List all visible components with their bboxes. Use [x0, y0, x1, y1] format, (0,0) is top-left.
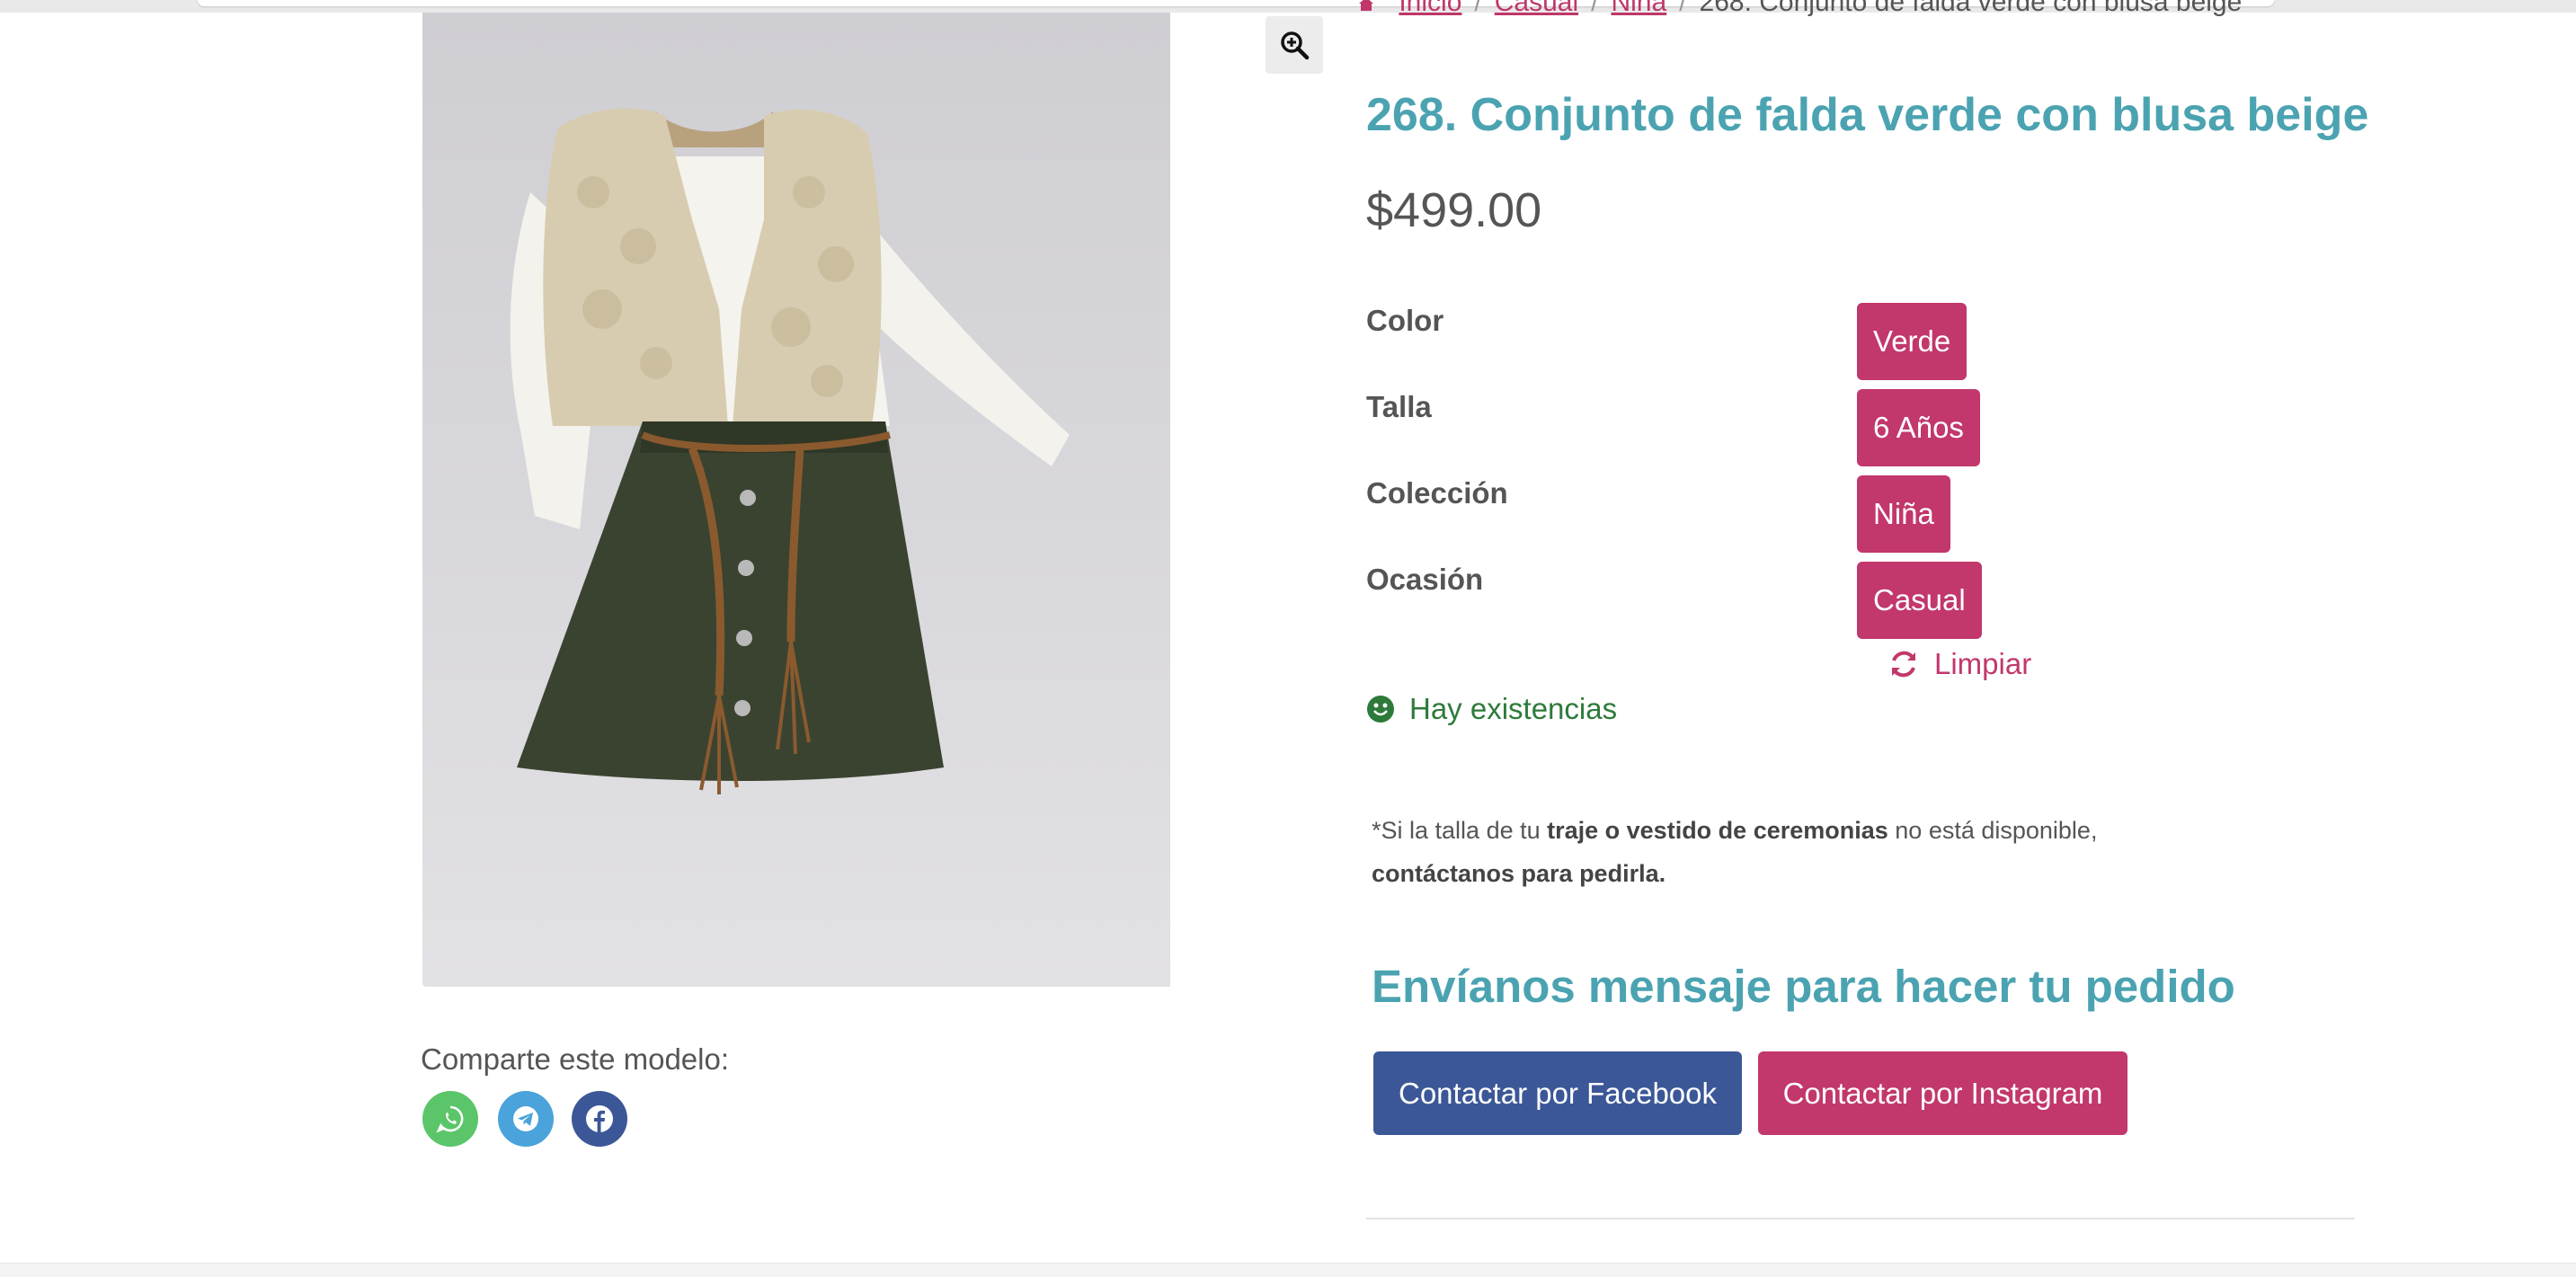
section-divider [1366, 1218, 2355, 1219]
zoom-in-icon [1281, 31, 1310, 60]
share-label: Comparte este modelo: [421, 1042, 730, 1076]
smile-icon [1367, 696, 1394, 723]
share-telegram-button[interactable] [498, 1091, 554, 1147]
attribute-chip-color[interactable]: Verde [1857, 303, 1968, 380]
attribute-label-color: Color [1366, 304, 1444, 337]
browser-bottom-edge [0, 1263, 2576, 1277]
breadcrumb-separator: / [1679, 0, 1687, 17]
clear-selection-link[interactable]: Limpiar [1888, 647, 2031, 681]
share-whatsapp-button[interactable] [422, 1091, 478, 1147]
attribute-chip-talla[interactable]: 6 Años [1857, 389, 1980, 466]
size-note-text-1: *Si la talla de tu [1372, 817, 1548, 844]
telegram-icon [513, 1106, 538, 1131]
size-note-bold-1: traje o vestido de ceremonias [1547, 817, 1888, 844]
breadcrumb-separator: / [1591, 0, 1599, 17]
home-icon [1359, 0, 1373, 11]
breadcrumb-link-nina[interactable]: Niña [1611, 0, 1666, 17]
attribute-label-talla: Talla [1366, 390, 1432, 423]
refresh-icon [1892, 651, 1915, 678]
size-note: *Si la talla de tu traje o vestido de ce… [1372, 809, 2181, 895]
contact-instagram-button[interactable]: Contactar por Instagram [1758, 1051, 2127, 1135]
product-price: $499.00 [1366, 183, 1542, 237]
outfit-photo [510, 108, 1070, 794]
cta-heading: Envíanos mensaje para hacer tu pedido [1372, 961, 2235, 1012]
size-note-text-2: no está disponible, [1888, 817, 2098, 844]
size-note-bold-2: contáctanos para pedirla. [1372, 860, 1666, 887]
breadcrumb-separator: / [1474, 0, 1482, 17]
breadcrumb-current: 268. Conjunto de falda verde con blusa b… [1699, 0, 2243, 17]
contact-facebook-button[interactable]: Contactar por Facebook [1373, 1051, 1742, 1135]
product-title: 268. Conjunto de falda verde con blusa b… [1366, 89, 2369, 141]
attribute-label-coleccion: Colección [1366, 476, 1508, 510]
facebook-icon [586, 1105, 613, 1132]
breadcrumb-link-casual[interactable]: Casual [1495, 0, 1578, 17]
product-image[interactable] [422, 13, 1170, 987]
breadcrumb: Inicio / Casual / Niña / 268. Conjunto de fald… [1357, 0, 2243, 17]
stock-text: Hay existencias [1409, 692, 1618, 725]
stock-status: Hay existencias [1366, 692, 1617, 726]
breadcrumb-link-inicio[interactable]: Inicio [1399, 0, 1461, 17]
share-facebook-button[interactable] [572, 1091, 627, 1147]
whatsapp-icon [436, 1105, 464, 1133]
zoom-button[interactable] [1266, 16, 1323, 74]
attribute-label-ocasion: Ocasión [1366, 563, 1484, 596]
attribute-chip-ocasion[interactable]: Casual [1857, 562, 1982, 639]
attribute-chip-coleccion[interactable]: Niña [1857, 475, 1950, 553]
clear-selection-label: Limpiar [1934, 647, 2032, 680]
